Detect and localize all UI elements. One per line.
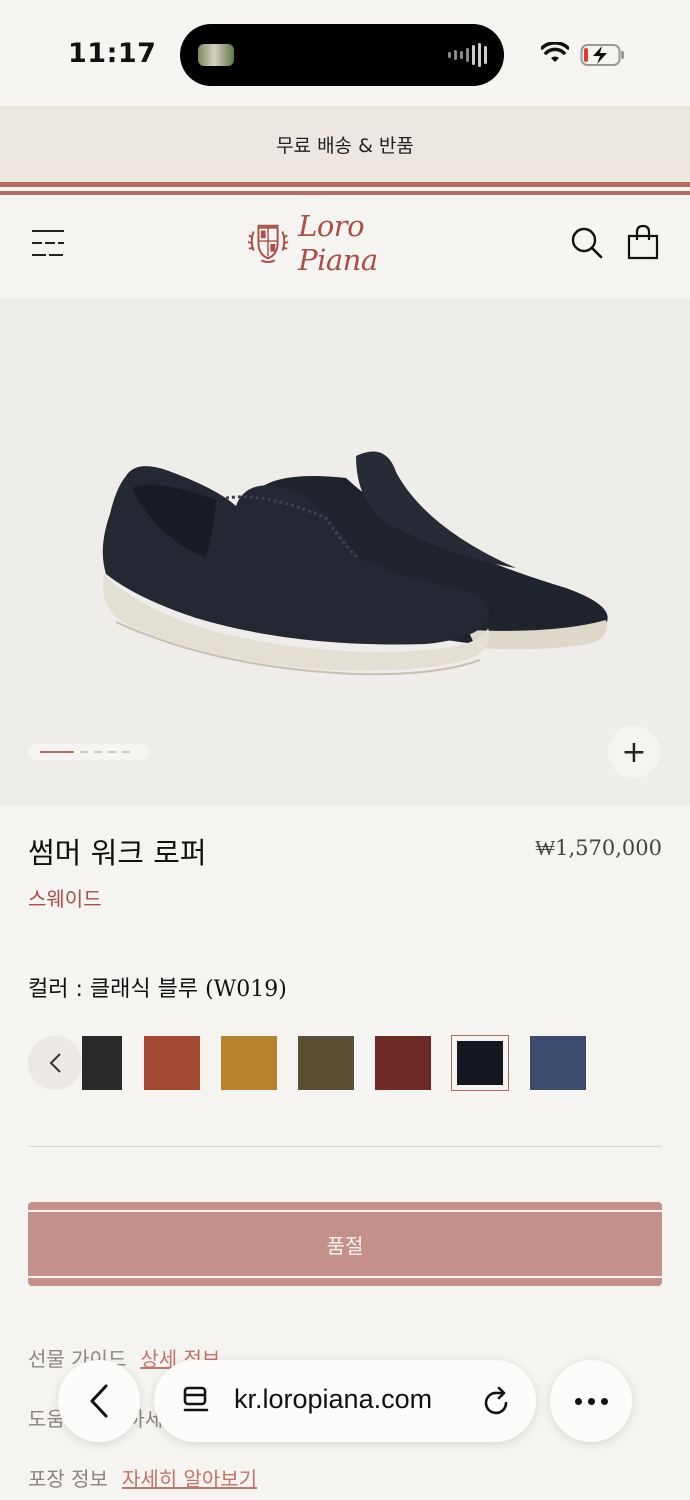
browser-url: kr.loropiana.com xyxy=(234,1384,433,1414)
pagination-dot[interactable] xyxy=(108,751,116,753)
menu-icon[interactable] xyxy=(30,227,66,259)
status-bar: 11:17 xyxy=(0,0,690,106)
color-swatch-black[interactable] xyxy=(82,1036,122,1090)
status-time: 11:17 xyxy=(68,38,157,69)
soldout-button[interactable]: 품절 xyxy=(28,1202,662,1286)
brand-logo[interactable]: Loro Piana xyxy=(246,209,446,277)
page-menu-icon[interactable] xyxy=(182,1386,210,1416)
chevron-left-icon xyxy=(90,1384,108,1418)
dynamic-island[interactable] xyxy=(180,24,504,86)
zoom-button[interactable]: + xyxy=(608,726,660,778)
soldout-label: 품절 xyxy=(326,1233,364,1258)
color-code: (W019) xyxy=(205,977,287,1002)
more-dot xyxy=(574,1397,582,1405)
browser-more-button[interactable] xyxy=(550,1360,632,1442)
packaging-link[interactable]: 자세히 알아보기 xyxy=(122,1463,257,1492)
brand-stripes xyxy=(0,182,690,196)
color-label: 컬러 : 클래식 블루 xyxy=(28,977,206,1002)
promo-text: 무료 배송 & 반품 xyxy=(276,134,414,157)
search-icon[interactable] xyxy=(570,226,604,260)
reload-icon[interactable] xyxy=(482,1385,512,1417)
audio-bars-icon xyxy=(448,42,488,68)
color-swatch-denim-blue[interactable] xyxy=(530,1036,586,1090)
battery-charging-icon xyxy=(580,44,624,66)
pagination-dot[interactable] xyxy=(122,751,130,753)
plus-icon: + xyxy=(621,734,647,770)
pagination-dot[interactable] xyxy=(94,751,102,753)
packaging-label: 포장 정보 xyxy=(28,1467,108,1491)
product-material[interactable]: 스웨이드 xyxy=(28,883,102,912)
packaging-row: 포장 정보 자세히 알아보기 xyxy=(28,1463,257,1492)
browser-address-bar[interactable]: kr.loropiana.com xyxy=(154,1360,536,1442)
brand-crest-icon xyxy=(247,224,289,264)
color-swatch-rust[interactable] xyxy=(144,1036,200,1090)
color-swatch-tan[interactable] xyxy=(221,1036,277,1090)
pagination-dot[interactable] xyxy=(80,751,88,753)
site-header: Loro Piana xyxy=(0,196,690,298)
product-title: 썸머 워크 로퍼 xyxy=(28,836,207,870)
product-gallery[interactable]: + xyxy=(0,298,690,806)
gallery-pagination[interactable] xyxy=(28,744,150,760)
swatch-prev-button[interactable] xyxy=(28,1036,82,1090)
selected-color: 컬러 : 클래식 블루 (W019) xyxy=(28,971,287,1003)
more-dot xyxy=(587,1397,595,1405)
divider xyxy=(28,1146,662,1147)
promo-banner[interactable]: 무료 배송 & 반품 xyxy=(0,106,690,182)
more-dot xyxy=(600,1397,608,1405)
browser-back-button[interactable] xyxy=(58,1360,140,1442)
bag-icon[interactable] xyxy=(626,224,660,260)
brand-wordmark: Loro Piana xyxy=(298,209,378,277)
product-image[interactable] xyxy=(96,448,616,688)
media-thumbnail-icon xyxy=(198,44,234,66)
chevron-left-icon xyxy=(49,1053,61,1073)
wifi-icon xyxy=(541,42,569,62)
color-swatch-burgundy[interactable] xyxy=(375,1036,431,1090)
color-swatch-classic-blue[interactable] xyxy=(451,1035,509,1091)
pagination-dot-active[interactable] xyxy=(40,751,74,753)
product-price: ₩1,570,000 xyxy=(535,836,662,860)
color-swatch-olive-brown[interactable] xyxy=(298,1036,354,1090)
